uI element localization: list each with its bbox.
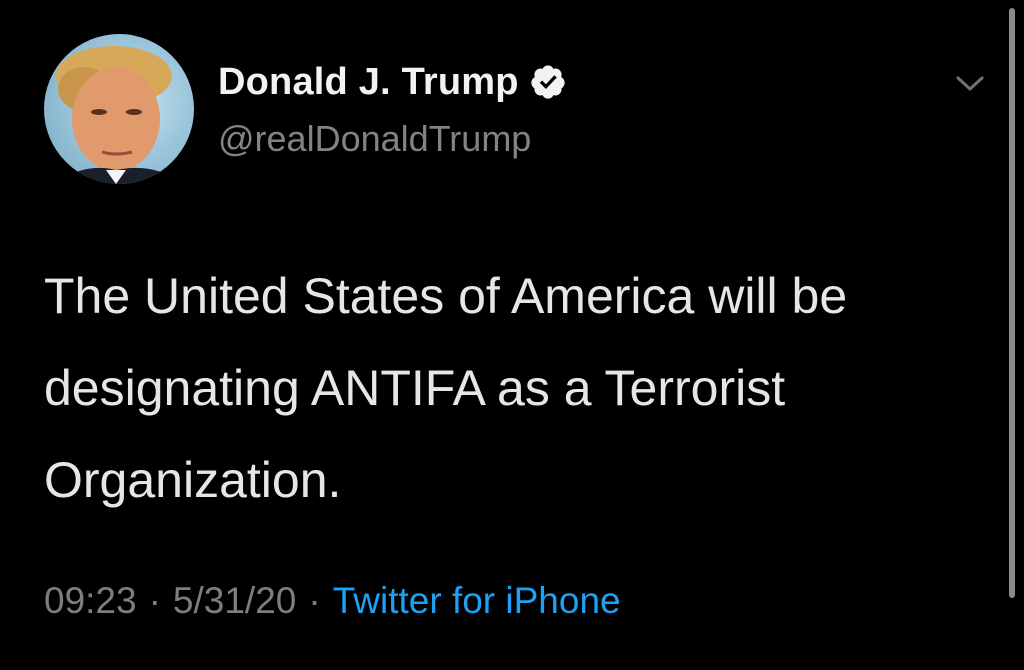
- avatar-portrait: [54, 46, 184, 184]
- display-name[interactable]: Donald J. Trump: [218, 61, 519, 104]
- tweet-time: 09:23: [44, 580, 137, 621]
- tweet-card: Donald J. Trump @realDonaldTrump The Uni…: [0, 0, 1024, 670]
- tweet-text: The United States of America will be des…: [44, 268, 848, 508]
- meta-separator: ·: [308, 580, 321, 621]
- meta-separator: ·: [148, 580, 161, 621]
- tweet-date[interactable]: 5/31/20: [173, 580, 296, 622]
- tweet-source-link[interactable]: Twitter for iPhone: [333, 580, 621, 622]
- verified-badge-icon: [529, 63, 567, 101]
- avatar[interactable]: [44, 34, 194, 184]
- scrollbar[interactable]: [1009, 8, 1015, 598]
- tweet-meta: 09:23 · 5/31/20 · Twitter for iPhone: [44, 580, 621, 622]
- chevron-down-icon[interactable]: [950, 62, 990, 102]
- name-row: Donald J. Trump: [218, 58, 567, 106]
- user-handle[interactable]: @realDonaldTrump: [218, 118, 531, 160]
